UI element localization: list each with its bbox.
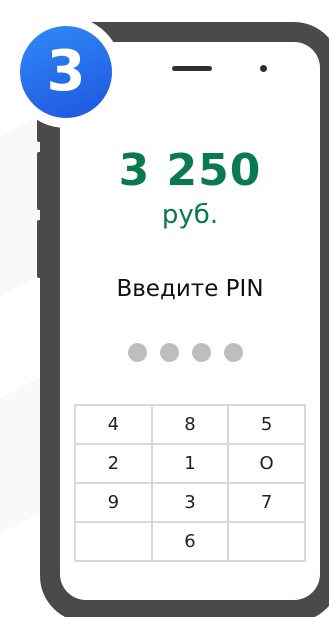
keypad-key[interactable]: 6 bbox=[150, 521, 230, 562]
keypad-key[interactable]: 7 bbox=[227, 482, 306, 523]
pin-dot bbox=[192, 343, 211, 362]
keypad-key-empty bbox=[74, 521, 153, 562]
keypad-row: 6 bbox=[74, 521, 306, 562]
keypad-key[interactable]: 8 bbox=[150, 404, 230, 445]
illustration-stage: 3 250 руб. Введите PIN 4 8 5 2 1 O 9 3 7… bbox=[0, 0, 329, 617]
keypad-row: 4 8 5 bbox=[74, 404, 306, 445]
keypad-row: 9 3 7 bbox=[74, 482, 306, 523]
payment-currency: руб. bbox=[161, 200, 219, 230]
pin-dot bbox=[160, 343, 179, 362]
keypad-key[interactable]: 3 bbox=[150, 482, 230, 523]
keypad-key[interactable]: O bbox=[227, 443, 306, 484]
keypad-key[interactable]: 9 bbox=[74, 482, 153, 523]
keypad-row: 2 1 O bbox=[74, 443, 306, 484]
pin-dot bbox=[224, 343, 243, 362]
pin-dots bbox=[128, 343, 256, 362]
keypad-key[interactable]: 1 bbox=[150, 443, 230, 484]
step-number: 3 bbox=[20, 26, 112, 118]
pin-dot bbox=[128, 343, 147, 362]
payment-amount: 3 250 bbox=[118, 145, 262, 196]
phone-screen: 3 250 руб. Введите PIN 4 8 5 2 1 O 9 3 7… bbox=[60, 42, 320, 600]
pin-prompt: Введите PIN bbox=[116, 276, 264, 302]
keypad-key[interactable]: 5 bbox=[227, 404, 306, 445]
keypad-key[interactable]: 4 bbox=[74, 404, 153, 445]
keypad-key[interactable]: 2 bbox=[74, 443, 153, 484]
phone-speaker bbox=[172, 66, 212, 71]
keypad-key-empty bbox=[227, 521, 306, 562]
pin-keypad: 4 8 5 2 1 O 9 3 7 6 bbox=[74, 404, 306, 562]
step-badge: 3 bbox=[10, 16, 122, 128]
phone-camera bbox=[260, 65, 267, 72]
